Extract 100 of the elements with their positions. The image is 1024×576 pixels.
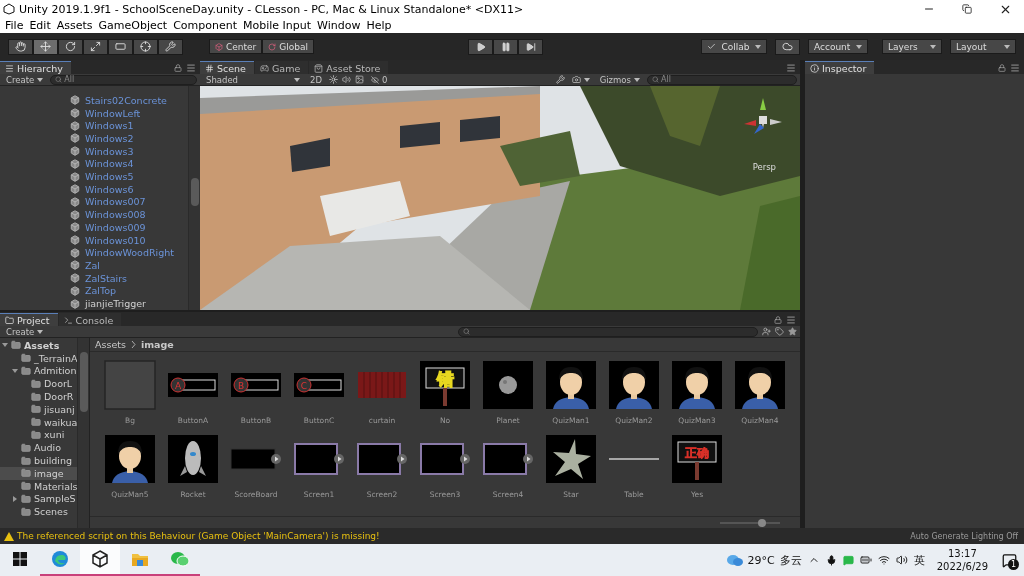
hierarchy-item[interactable]: Windows3 [0,144,188,158]
hierarchy-item[interactable]: WindowWoodRight [0,246,188,260]
window-title: Unity 2019.1.9f1 - SchoolSceneDay.unity - CLesson - PC, Mac & Linux Standalone* <DX11> [19,2,524,16]
hierarchy-item[interactable]: Windows1 [0,119,188,133]
folder-tree-item[interactable]: image [0,466,77,480]
scrollbar[interactable] [188,86,200,310]
folder-tree-item[interactable]: SampleS [0,492,77,506]
breadcrumb-link[interactable]: image [140,339,174,350]
panel-tab[interactable]: Project [0,313,58,326]
rect-tool-button[interactable] [108,38,133,55]
cloud-button[interactable] [775,38,800,55]
create-dropdown[interactable]: Create [3,74,47,85]
2d-toggle[interactable]: 2D [307,74,325,85]
input-method-text[interactable]: 英 [913,552,925,568]
custom-tool-button[interactable] [158,38,183,55]
hidden-objects-toggle[interactable]: 0 [367,74,391,85]
menu-item[interactable]: Help [363,19,395,32]
hierarchy-item[interactable]: Windows6 [0,182,188,196]
search-field[interactable]: All [50,74,197,85]
folder-tree-item[interactable]: waikua [0,415,77,429]
rect-tool-icon [115,41,126,52]
cube-icon [70,108,80,119]
notification-button[interactable]: 1 [994,544,1024,576]
hierarchy-item[interactable]: Stairs02Concrete [0,94,188,107]
hierarchy-item[interactable]: Windows009 [0,221,188,234]
pause-button[interactable] [493,38,518,55]
search-field[interactable] [458,326,758,337]
cube-icon [70,146,80,157]
hierarchy-item[interactable]: ZalStairs [0,271,188,285]
search-icon [463,328,470,335]
pivot-button[interactable]: Center [209,39,263,54]
expanded-arrow-icon[interactable] [2,342,8,349]
chat-icon [842,554,854,566]
scene-tab[interactable]: Asset Store [309,61,389,74]
layout-dropdown[interactable]: Layout [950,39,1016,54]
folder-tree-item[interactable]: Scenes [0,505,77,519]
panel-tab[interactable]: Console [58,313,122,326]
gizmos-dropdown[interactable]: Gizmos [596,74,643,85]
shading-dropdown[interactable]: Shaded [203,74,303,85]
scene-tab[interactable]: Game [254,61,309,74]
breadcrumb-link[interactable]: Assets [95,339,126,350]
hierarchy-item[interactable]: Windows008 [0,208,188,222]
folder-icon [21,468,31,479]
folder-tree-item[interactable]: Materials [0,479,77,493]
scene-tab[interactable]: Scene [200,61,254,74]
hierarchy-item[interactable]: ZalTop [0,284,188,298]
filter-type-icon [762,327,771,336]
step-button[interactable] [518,38,543,55]
inspector-tab[interactable]: Inspector [805,61,875,74]
hand-tool-button[interactable] [8,38,33,55]
hierarchy-item[interactable]: jianjieTrigger [0,297,188,310]
menu-item[interactable]: Window [314,19,364,32]
account-dropdown[interactable]: Account [808,39,868,54]
menu-icon [786,314,796,325]
folder-tree-item[interactable]: DoorR [0,390,77,403]
folder-tree-item[interactable]: xuni [0,428,77,442]
hierarchy-item[interactable]: Windows007 [0,195,188,209]
space-button[interactable]: Global [262,39,314,54]
menu-item[interactable]: Mobile Input [240,19,315,32]
caret-icon [1004,44,1010,49]
taskbar-app[interactable] [80,544,120,576]
scrollbar[interactable] [77,338,89,528]
collapsed-arrow-icon[interactable] [12,495,18,502]
expanded-arrow-icon[interactable] [12,368,18,374]
menu-item[interactable]: Assets [53,19,96,32]
rocket-icon [167,434,219,484]
hierarchy-tab[interactable]: Hierarchy [0,61,71,74]
collab-dropdown[interactable]: Collab [701,39,767,54]
transform-tool-button[interactable] [133,38,158,55]
folder-tree-item[interactable]: Assets [0,339,77,352]
hierarchy-item[interactable]: Windows010 [0,233,188,247]
folder-icon [21,455,31,466]
folder-tree-item[interactable]: building [0,454,77,467]
layers-dropdown[interactable]: Layers [882,39,942,54]
folder-tree-item[interactable]: Audio [0,441,77,455]
signboard-icon: 正确 [671,434,723,484]
folder-icon [21,506,31,517]
console-icon [63,315,73,325]
hierarchy-item[interactable]: Windows5 [0,170,188,183]
hierarchy-item[interactable]: Zal [0,259,188,272]
menu-item[interactable]: Component [170,19,240,32]
menu-item[interactable]: Edit [26,19,54,32]
search-field[interactable]: All [647,74,797,85]
hierarchy-item[interactable]: WindowLeft [0,106,188,120]
create-dropdown[interactable]: Create [3,326,47,337]
rotate-tool-button[interactable] [58,38,83,55]
menu-item[interactable]: GameObject [95,19,171,32]
cube-icon [70,120,80,131]
folder-tree-item[interactable]: jisuanj [0,403,77,416]
scale-tool-button[interactable] [83,38,108,55]
play-button[interactable] [468,38,493,55]
clock[interactable]: 13:17 2022/6/29 [936,547,988,573]
move-tool-button[interactable] [33,38,58,55]
hierarchy-item[interactable]: Windows4 [0,157,188,171]
hierarchy-item[interactable]: Windows2 [0,132,188,145]
chat-bubbles-icon [170,551,190,567]
folder-tree-item[interactable]: DoorL [0,377,77,391]
folder-tree-item[interactable]: Admition [0,364,77,378]
menu-item[interactable]: File [2,19,27,32]
folder-tree-item[interactable]: _TerrainA [0,351,77,365]
